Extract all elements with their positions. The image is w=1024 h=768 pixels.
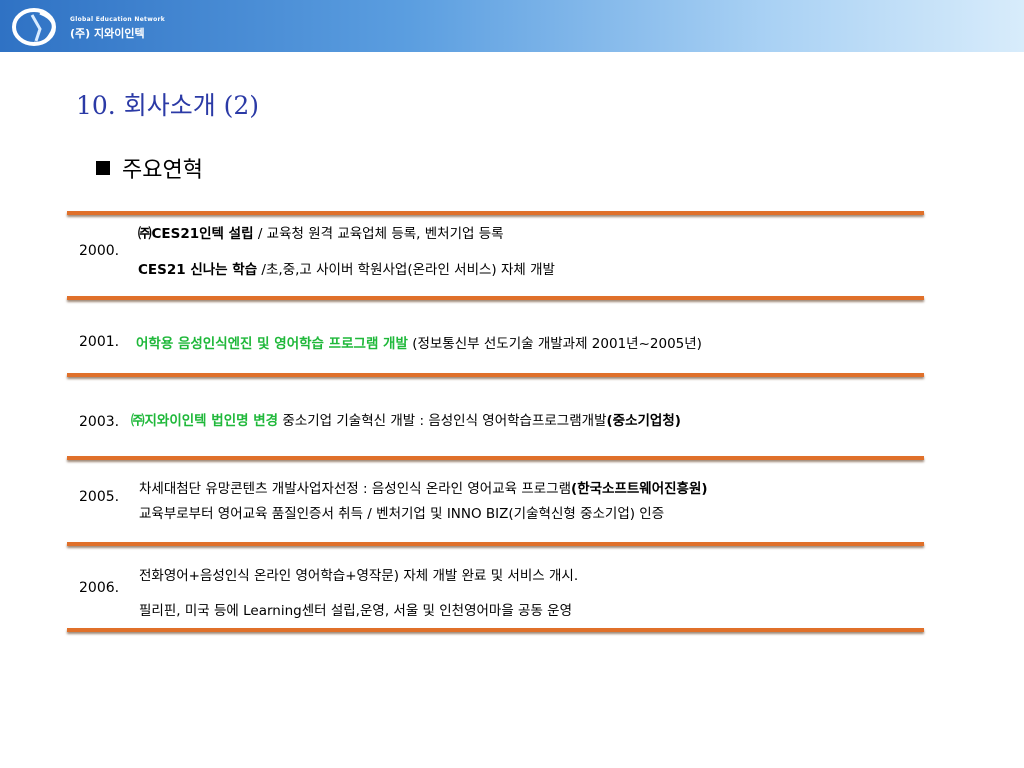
- history-2006-line-1: 전화영어+음성인식 온라인 영어학습+영작문) 자체 개발 완료 및 서비스 개…: [139, 564, 578, 584]
- history-2000-line-2: CES21 신나는 학습 /초,중,고 사이버 학원사업(온라인 서비스) 자체…: [138, 258, 555, 278]
- year-2003: 2003.: [79, 414, 120, 430]
- company-logo-icon: [12, 8, 56, 46]
- page-title: 10. 회사소개 (2): [76, 91, 260, 120]
- history-2000-text-1: / 교육청 원격 교육업체 등록, 벤처기업 등록: [253, 226, 504, 242]
- history-2001-highlight: 어학용 음성인식엔진 및 영어학습 프로그램 개발: [136, 336, 408, 352]
- history-2000-text-2: /초,중,고 사이버 학원사업(온라인 서비스) 자체 개발: [257, 262, 555, 278]
- year-2001: 2001.: [79, 334, 120, 350]
- history-2006-line-2: 필리핀, 미국 등에 Learning센터 설립,운영, 서울 및 인천영어마을…: [139, 599, 572, 619]
- year-2000: 2000.: [79, 243, 120, 259]
- history-2005-line-2: 교육부로부터 영어교육 품질인증서 취득 / 벤처기업 및 INNO BIZ(기…: [139, 502, 664, 522]
- history-2003-text: 중소기업 기술혁신 개발 : 음성인식 영어학습프로그램개발: [278, 413, 607, 429]
- history-2000-line-1: ㈜CES21인텍 설립 / 교육청 원격 교육업체 등록, 벤처기업 등록: [138, 222, 504, 242]
- year-2005: 2005.: [79, 489, 120, 505]
- section-heading-label: 주요연혁: [122, 158, 203, 183]
- history-2000-highlight-1: ㈜CES21인텍 설립: [138, 226, 254, 242]
- year-2006: 2006.: [79, 580, 120, 596]
- history-2005-text-1: 차세대첨단 유망콘텐츠 개발사업자선정 : 음성인식 온라인 영어교육 프로그램: [139, 481, 572, 497]
- divider: [67, 211, 924, 215]
- history-2006-text-1: 전화영어+음성인식 온라인 영어학습+영작문) 자체 개발 완료 및 서비스 개…: [139, 568, 579, 584]
- divider: [67, 373, 924, 377]
- history-2003-agency: (중소기업청): [606, 413, 681, 429]
- divider: [67, 296, 924, 300]
- history-2001-text: (정보통신부 선도기술 개발과제 2001년~2005년): [407, 336, 702, 352]
- history-2003-line-1: ㈜지와이인텍 법인명 변경 중소기업 기술혁신 개발 : 음성인식 영어학습프로…: [131, 409, 681, 429]
- header-bar: Global Education Network (주) 지와이인텍: [0, 0, 1024, 52]
- history-2001-line-1: 어학용 음성인식엔진 및 영어학습 프로그램 개발 (정보통신부 선도기술 개발…: [136, 332, 702, 352]
- history-2005-text-2: 교육부로부터 영어교육 품질인증서 취득 / 벤처기업 및 INNO BIZ(기…: [139, 506, 665, 522]
- logo-tagline: Global Education Network: [70, 16, 166, 23]
- history-2005-line-1: 차세대첨단 유망콘텐츠 개발사업자선정 : 음성인식 온라인 영어교육 프로그램…: [139, 477, 708, 497]
- logo-company-name: (주) 지와이인텍: [70, 27, 145, 40]
- history-2000-highlight-2: CES21 신나는 학습: [138, 262, 258, 278]
- history-2006-text-2: 필리핀, 미국 등에 Learning센터 설립,운영, 서울 및 인천영어마을…: [139, 603, 573, 619]
- history-2003-highlight: ㈜지와이인텍 법인명 변경: [131, 413, 279, 429]
- square-bullet-icon: [96, 161, 110, 175]
- divider: [67, 628, 924, 632]
- divider: [67, 542, 924, 546]
- divider: [67, 456, 924, 460]
- history-2005-agency: (한국소프트웨어진흥원): [571, 481, 708, 497]
- section-heading: 주요연혁: [96, 152, 203, 184]
